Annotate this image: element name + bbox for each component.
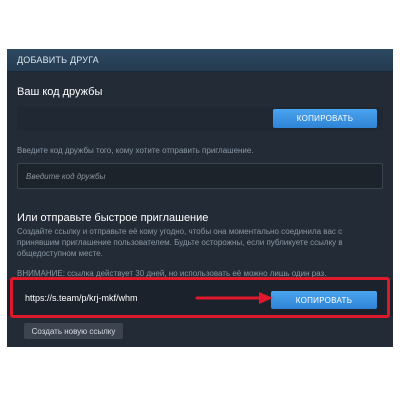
dialog-header: ДОБАВИТЬ ДРУГА — [7, 49, 393, 72]
friend-code-input-placeholder: Введите код дружбы — [26, 172, 106, 181]
friend-code-title: Ваш код дружбы — [17, 86, 103, 98]
create-new-link-button[interactable]: Создать новую ссылку — [24, 323, 123, 339]
dialog-title: ДОБАВИТЬ ДРУГА — [17, 55, 99, 65]
quick-invite-description: Создайте ссылку и отправьте её кому угод… — [17, 227, 343, 258]
arrow-right-icon — [195, 292, 273, 304]
friend-code-input[interactable]: Введите код дружбы — [17, 163, 383, 189]
friend-code-hint: Введите код дружбы того, кому хотите отп… — [17, 146, 254, 155]
quick-invite-title: Или отправьте быстрое приглашение — [17, 212, 209, 224]
copy-friend-code-button[interactable]: КОПИРОВАТЬ — [273, 109, 377, 128]
